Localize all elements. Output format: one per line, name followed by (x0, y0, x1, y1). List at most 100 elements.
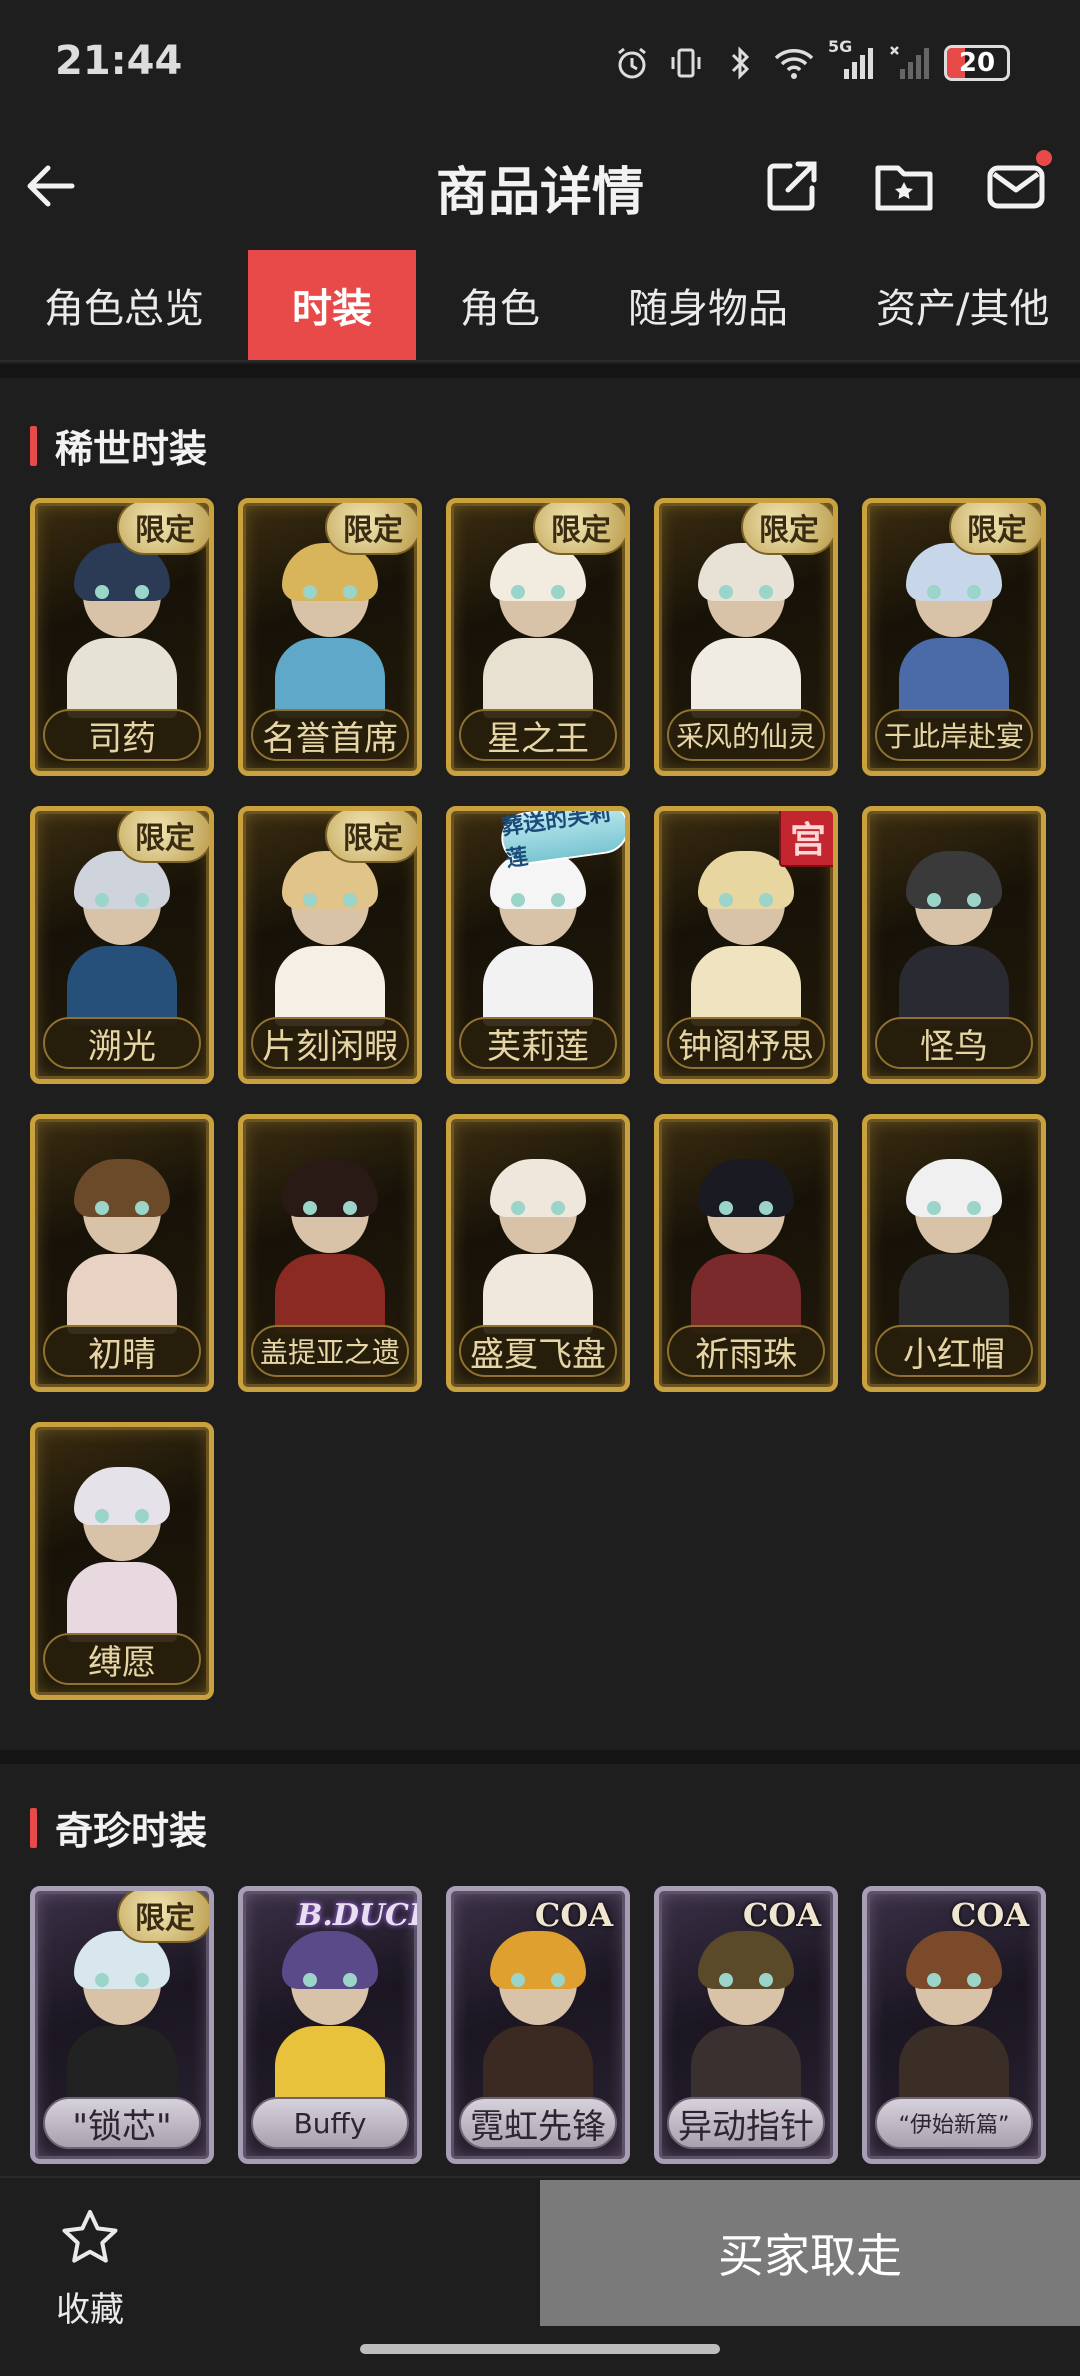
outfit-card[interactable]: 限定 "锁芯" (30, 1886, 214, 2164)
bluetooth-icon (720, 43, 760, 83)
section-divider (0, 364, 1080, 378)
battery-icon: 20 (944, 45, 1010, 81)
vibrate-icon (666, 43, 706, 83)
section-title: 稀世时装 (30, 418, 207, 473)
section-divider (0, 1750, 1080, 1764)
outfit-name: 芙莉莲 (459, 1017, 617, 1069)
character-portrait (899, 543, 1009, 718)
outfit-badge: 限定 (949, 503, 1041, 555)
character-portrait (275, 1931, 385, 2106)
outfit-card[interactable]: COA 异动指针 (654, 1886, 838, 2164)
outfit-card[interactable]: 限定 名誉首席 (238, 498, 422, 776)
outfit-name: “伊始新篇” (875, 2097, 1033, 2149)
outfit-badge: 限定 (117, 503, 209, 555)
network-type: 5G (828, 37, 853, 56)
tab-assets-other[interactable]: 资产/其他 (832, 250, 1080, 360)
character-portrait (275, 1159, 385, 1334)
character-portrait (483, 851, 593, 1026)
section-title: 奇珍时装 (30, 1800, 207, 1855)
character-portrait (691, 1931, 801, 2106)
tab-overview[interactable]: 角色总览 (0, 250, 248, 360)
character-portrait (483, 1159, 593, 1334)
outfit-name: Buffy (251, 2097, 409, 2149)
character-portrait (899, 851, 1009, 1026)
share-button[interactable] (760, 154, 824, 218)
outfit-card[interactable]: 限定 片刻闲暇 (238, 806, 422, 1084)
treasured-outfits-grid: 限定 "锁芯" B.DUCK Buffy COA 霓虹先锋 COA 异动指针 COA “伊始新篇” (30, 1886, 1046, 2164)
character-portrait (899, 1159, 1009, 1334)
outfit-card[interactable]: COA 霓虹先锋 (446, 1886, 630, 2164)
outfit-badge: COA (950, 1896, 1030, 1934)
outfit-card[interactable]: 初晴 (30, 1114, 214, 1392)
outfit-badge: 葬送的芙莉莲 (498, 811, 625, 872)
outfit-name: 初晴 (43, 1325, 201, 1377)
rare-outfits-section: 稀世时装 限定 司药 限定 名誉首席 限定 星之王 限定 采风的仙灵 限定 于此岸赴宴 限定 溯光 限定… (0, 378, 1080, 1748)
outfit-name: 于此岸赴宴 (875, 709, 1033, 761)
character-portrait (67, 1931, 177, 2106)
outfit-card[interactable]: 缚愿 (30, 1422, 214, 1700)
outfit-name: 溯光 (43, 1017, 201, 1069)
character-portrait (691, 851, 801, 1026)
favorite-folder-button[interactable] (872, 154, 936, 218)
character-portrait (899, 1931, 1009, 2106)
outfit-card[interactable]: 小红帽 (862, 1114, 1046, 1392)
message-button[interactable] (984, 150, 1052, 218)
alarm-icon (612, 43, 652, 83)
status-bar: 21:44 5G 20 (0, 0, 1080, 126)
category-tabs: 角色总览 时装 角色 随身物品 资产/其他 (0, 250, 1080, 362)
character-portrait (67, 543, 177, 718)
outfit-card[interactable]: 葬送的芙莉莲芙莉莲 (446, 806, 630, 1084)
outfit-name: 怪鸟 (875, 1017, 1033, 1069)
character-portrait (483, 543, 593, 718)
outfit-badge: 宫 (779, 811, 833, 867)
outfit-card[interactable]: 祈雨珠 (654, 1114, 838, 1392)
star-outline-icon (62, 2210, 118, 2263)
outfit-card[interactable]: 限定星之王 (446, 498, 630, 776)
outfit-badge: 限定 (533, 503, 625, 555)
outfit-name: 盖提亚之遗 (251, 1325, 409, 1377)
outfit-name: 小红帽 (875, 1325, 1033, 1377)
home-indicator[interactable] (360, 2344, 720, 2354)
status-time: 21:44 (55, 38, 183, 84)
outfit-badge: COA (534, 1896, 614, 1934)
outfit-card[interactable]: COA “伊始新篇” (862, 1886, 1046, 2164)
outfit-name: 祈雨珠 (667, 1325, 825, 1377)
outfit-card[interactable]: 限定司药 (30, 498, 214, 776)
favorite-label: 收藏 (56, 2290, 124, 2330)
signal-x-icon (890, 43, 930, 83)
tab-characters[interactable]: 角色 (416, 250, 584, 360)
rare-outfits-grid: 限定 司药 限定 名誉首席 限定 星之王 限定 采风的仙灵 限定 于此岸赴宴 限定 溯光 限定 片刻闲暇葬… (30, 498, 1046, 1700)
outfit-card[interactable]: 限定 溯光 (30, 806, 214, 1084)
outfit-badge: 限定 (325, 811, 417, 863)
outfit-badge: 限定 (117, 1891, 209, 1943)
buyer-taken-button[interactable]: 买家取走 (540, 2180, 1080, 2326)
outfit-card[interactable]: 宫钟阁杼思 (654, 806, 838, 1084)
outfit-name: 星之王 (459, 709, 617, 761)
battery-level: 20 (958, 48, 996, 78)
outfit-name: 司药 (43, 709, 201, 761)
tab-outfits[interactable]: 时装 (248, 250, 416, 360)
star-folder-icon (875, 165, 933, 211)
outfit-name: 盛夏飞盘 (459, 1325, 617, 1377)
outfit-name: 霓虹先锋 (459, 2097, 617, 2149)
character-portrait (275, 851, 385, 1026)
outfit-name: 钟阁杼思 (667, 1017, 825, 1069)
bottom-action-bar: 收藏 买家取走 (0, 2176, 1080, 2376)
treasured-outfits-section: 奇珍时装 限定 "锁芯" B.DUCK Buffy COA 霓虹先锋 COA 异动指针 COA “… (0, 1764, 1080, 2176)
outfit-card[interactable]: 限定采风的仙灵 (654, 498, 838, 776)
character-portrait (691, 543, 801, 718)
character-portrait (275, 543, 385, 718)
signal-icon: 5G (828, 37, 876, 83)
outfit-name: 名誉首席 (251, 709, 409, 761)
outfit-badge: 限定 (741, 503, 833, 555)
outfit-card[interactable]: 怪鸟 (862, 806, 1046, 1084)
outfit-name: 采风的仙灵 (667, 709, 825, 761)
tab-accessories[interactable]: 随身物品 (584, 250, 832, 360)
character-portrait (691, 1159, 801, 1334)
outfit-card[interactable]: B.DUCK Buffy (238, 1886, 422, 2164)
status-icons: 5G 20 (612, 37, 1010, 88)
outfit-card[interactable]: 限定于此岸赴宴 (862, 498, 1046, 776)
outfit-card[interactable]: 盛夏飞盘 (446, 1114, 630, 1392)
outfit-card[interactable]: 盖提亚之遗 (238, 1114, 422, 1392)
favorite-button[interactable]: 收藏 (40, 2196, 140, 2331)
